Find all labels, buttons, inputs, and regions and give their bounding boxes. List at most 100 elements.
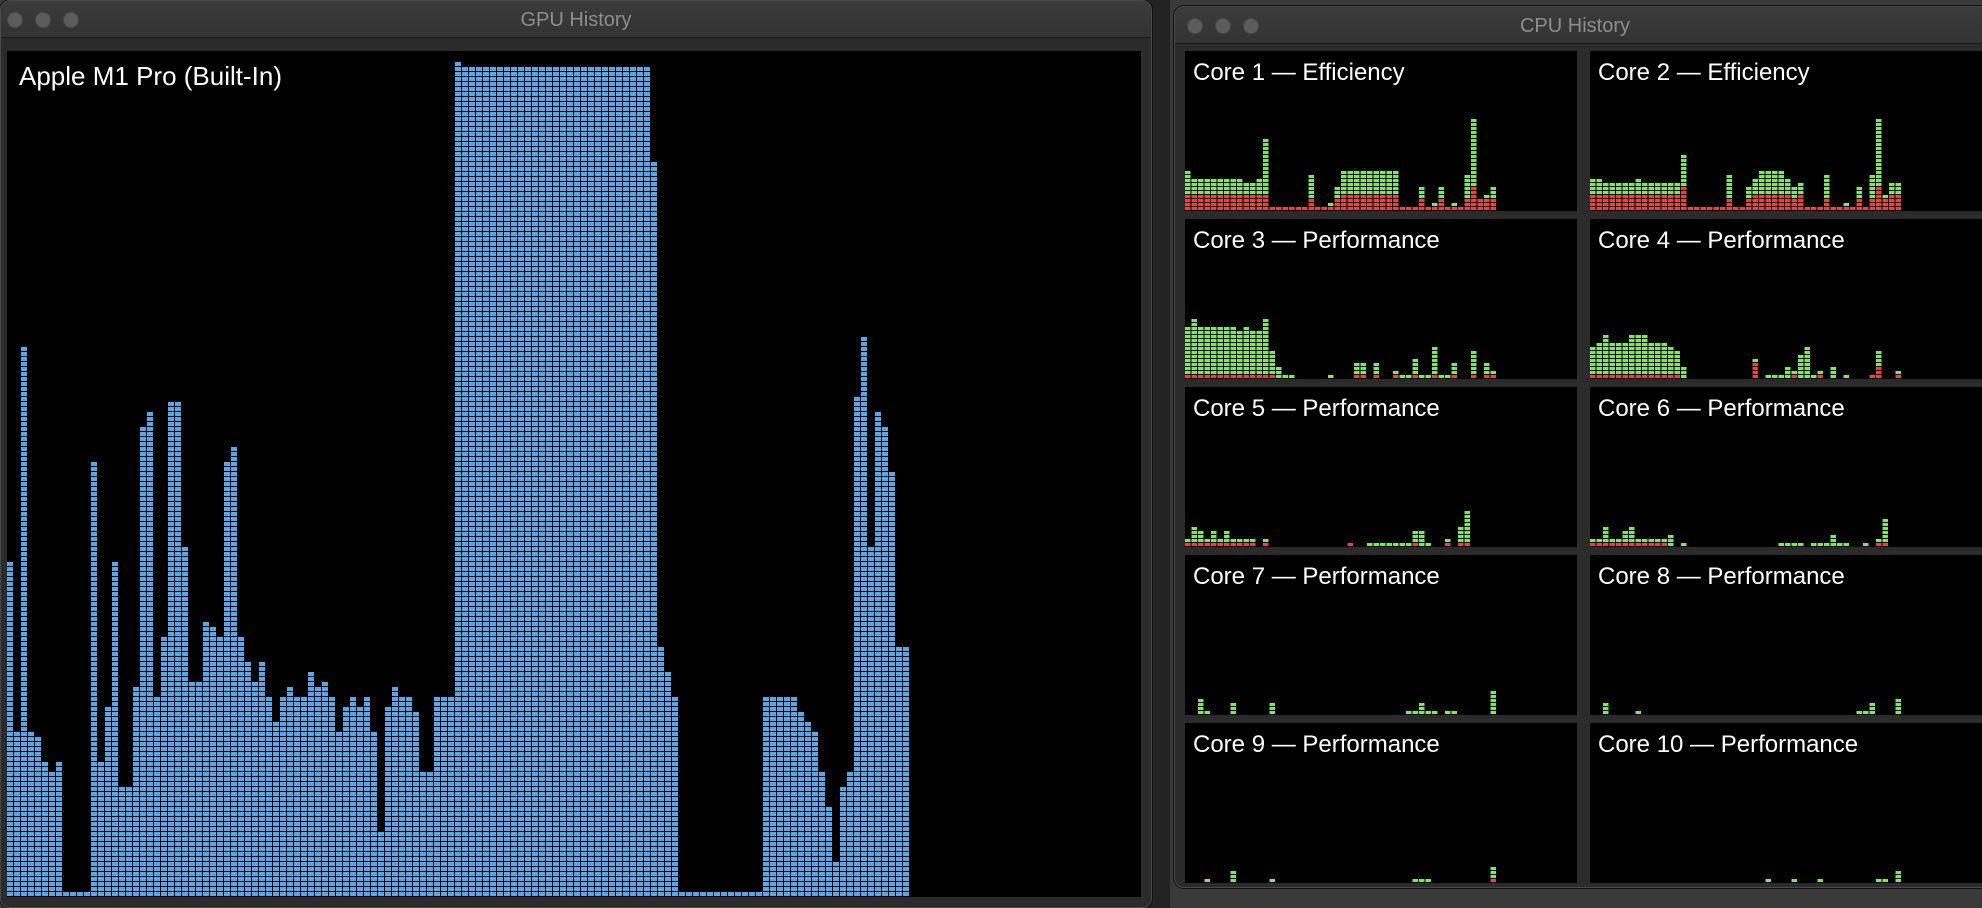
gpu-history-window[interactable]: GPU History Apple M1 Pro (Built-In) [0, 0, 1152, 908]
gpu-usage-bar [252, 682, 258, 896]
cpu-usage-bar [1347, 543, 1353, 546]
cpu-usage-bar [1635, 711, 1641, 714]
gpu-usage-bar [413, 712, 419, 896]
gpu-usage-bar [630, 67, 636, 896]
cpu-core-panel: Core 1 — Efficiency [1185, 51, 1577, 211]
cpu-usage-bar [1635, 539, 1641, 546]
gpu-usage-bar [385, 707, 391, 896]
gpu-usage-bar [378, 832, 384, 896]
cpu-usage-bar [1263, 139, 1269, 210]
cpu-usage-bar [1282, 375, 1288, 378]
cpu-usage-bar [1425, 879, 1431, 882]
gpu-usage-bar [490, 67, 496, 896]
gpu-usage-bar [56, 762, 62, 896]
cpu-usage-bar [1393, 171, 1399, 210]
cpu-usage-bar [1393, 371, 1399, 378]
cpu-usage-bar [1726, 175, 1732, 210]
cpu-usage-bar [1399, 375, 1405, 378]
cpu-usage-bar [1321, 207, 1327, 210]
cpu-usage-bar [1856, 187, 1862, 210]
gpu-usage-bar [882, 427, 888, 896]
cpu-usage-bar [1269, 703, 1275, 714]
cpu-usage-bar [1811, 207, 1817, 210]
cpu-usage-bar [1843, 203, 1849, 210]
cpu-usage-bar [1778, 375, 1784, 378]
cpu-usage-bar [1399, 543, 1405, 546]
cpu-usage-bar [1360, 171, 1366, 210]
cpu-usage-bar [1694, 207, 1700, 210]
gpu-usage-bar [336, 732, 342, 896]
cpu-usage-bar [1882, 195, 1888, 210]
cpu-usage-bar [1856, 711, 1862, 714]
cpu-usage-bar [1603, 183, 1609, 210]
cpu-usage-bar [1302, 207, 1308, 210]
gpu-usage-bar [7, 562, 13, 896]
gpu-window-titlebar[interactable]: GPU History [1, 1, 1151, 38]
cpu-usage-bar [1269, 351, 1275, 378]
gpu-usage-bar [35, 737, 41, 896]
gpu-usage-bar [224, 462, 230, 896]
cpu-usage-bar [1451, 711, 1457, 714]
cpu-usage-bar [1772, 171, 1778, 210]
gpu-usage-bar [308, 672, 314, 896]
cpu-usage-bar [1811, 543, 1817, 546]
gpu-usage-bar [112, 562, 118, 896]
gpu-usage-bar [511, 67, 517, 896]
cpu-usage-bar [1798, 355, 1804, 378]
cpu-usage-bar [1412, 711, 1418, 714]
cpu-usage-bar [1204, 879, 1210, 882]
cpu-usage-bar [1843, 375, 1849, 378]
cpu-usage-bar [1276, 367, 1282, 378]
cpu-usage-bar [1217, 327, 1223, 378]
gpu-usage-bar [21, 347, 27, 896]
cpu-usage-bar [1616, 539, 1622, 546]
cpu-core-label: Core 1 — Efficiency [1193, 59, 1405, 86]
gpu-usage-bar [210, 627, 216, 896]
cpu-usage-bar [1811, 375, 1817, 378]
cpu-usage-bar [1863, 543, 1869, 546]
gpu-usage-bar [182, 547, 188, 896]
cpu-usage-bar [1198, 327, 1204, 378]
gpu-usage-bar [497, 67, 503, 896]
gpu-usage-bar [294, 697, 300, 896]
cpu-usage-bar [1386, 543, 1392, 546]
gpu-usage-bar [301, 697, 307, 896]
gpu-usage-bar [441, 697, 447, 896]
cpu-usage-bar [1681, 367, 1687, 378]
cpu-window-titlebar[interactable]: CPU History [1175, 7, 1982, 44]
cpu-usage-bar [1655, 343, 1661, 378]
cpu-usage-bar [1681, 543, 1687, 546]
cpu-usage-bar [1367, 171, 1373, 210]
gpu-usage-bar [791, 697, 797, 896]
cpu-usage-bar [1308, 175, 1314, 210]
cpu-window-title: CPU History [1519, 15, 1630, 37]
gpu-usage-bar [896, 647, 902, 896]
cpu-usage-bar [1425, 375, 1431, 378]
cpu-usage-bar [1876, 119, 1882, 210]
gpu-usage-bar [679, 892, 685, 896]
cpu-usage-bar [1490, 187, 1496, 210]
cpu-usage-bar [1661, 539, 1667, 546]
cpu-history-window[interactable]: CPU History Core 1 — Efficiency Core 2 — … [1174, 6, 1982, 888]
gpu-usage-bar [833, 862, 839, 896]
cpu-usage-bar [1596, 343, 1602, 378]
cpu-usage-bar [1191, 319, 1197, 378]
cpu-usage-bar [1635, 179, 1641, 210]
gpu-usage-bar [273, 722, 279, 896]
cpu-usage-bar [1471, 119, 1477, 210]
cpu-usage-bar [1603, 335, 1609, 378]
gpu-usage-bar [728, 892, 734, 896]
gpu-usage-bar [84, 892, 90, 896]
cpu-usage-bar [1830, 367, 1836, 378]
cpu-core-label: Core 10 — Performance [1598, 731, 1859, 758]
cpu-usage-bar [1419, 879, 1425, 882]
cpu-usage-bar [1895, 699, 1901, 714]
gpu-usage-bar [595, 67, 601, 896]
gpu-usage-bar [539, 67, 545, 896]
gpu-usage-bar [553, 67, 559, 896]
gpu-usage-bar [805, 722, 811, 896]
cpu-usage-bar [1817, 371, 1823, 378]
cpu-usage-bar [1438, 375, 1444, 378]
gpu-usage-bar [602, 67, 608, 896]
cpu-usage-bar [1191, 527, 1197, 546]
